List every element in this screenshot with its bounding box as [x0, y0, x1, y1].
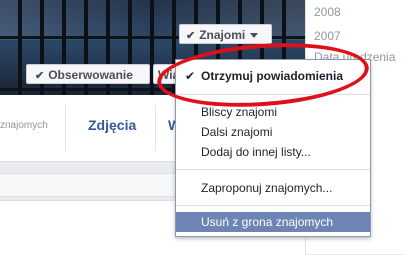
menu-divider	[176, 94, 370, 95]
check-icon: ✔	[186, 30, 196, 42]
menu-item-suggest-friends[interactable]: Zaproponuj znajomych...	[176, 178, 370, 198]
dropdown-caret-icon	[250, 33, 259, 38]
friend-options-menu: ✔ Otrzymuj powiadomienia Bliscy znajomi …	[175, 59, 371, 237]
menu-item-acquaintances[interactable]: Dalsi znajomi	[176, 122, 370, 142]
menu-item-add-to-list[interactable]: Dodaj do innej listy...	[176, 142, 370, 162]
menu-item-unfriend[interactable]: Usuń z grona znajomych	[176, 212, 370, 232]
menu-divider	[176, 205, 370, 206]
timeline-year[interactable]: 2007	[314, 29, 341, 43]
check-icon: ✔	[35, 70, 45, 82]
follow-label: Obserwowanie	[48, 68, 133, 82]
friends-button[interactable]: ✔ Znajomi	[179, 24, 272, 44]
tab-photos[interactable]: Zdjęcia	[88, 117, 136, 133]
menu-item-close-friends[interactable]: Bliscy znajomi	[176, 102, 370, 122]
follow-button[interactable]: ✔ Obserwowanie	[26, 64, 150, 84]
menu-divider	[176, 169, 370, 170]
menu-item-get-notifications[interactable]: ✔ Otrzymuj powiadomienia	[176, 66, 370, 86]
timeline-year[interactable]: 2008	[314, 5, 341, 19]
check-icon: ✔	[185, 69, 196, 83]
friends-label: Znajomi	[199, 28, 246, 42]
friends-tab-fragment[interactable]: znajomych	[0, 120, 48, 131]
